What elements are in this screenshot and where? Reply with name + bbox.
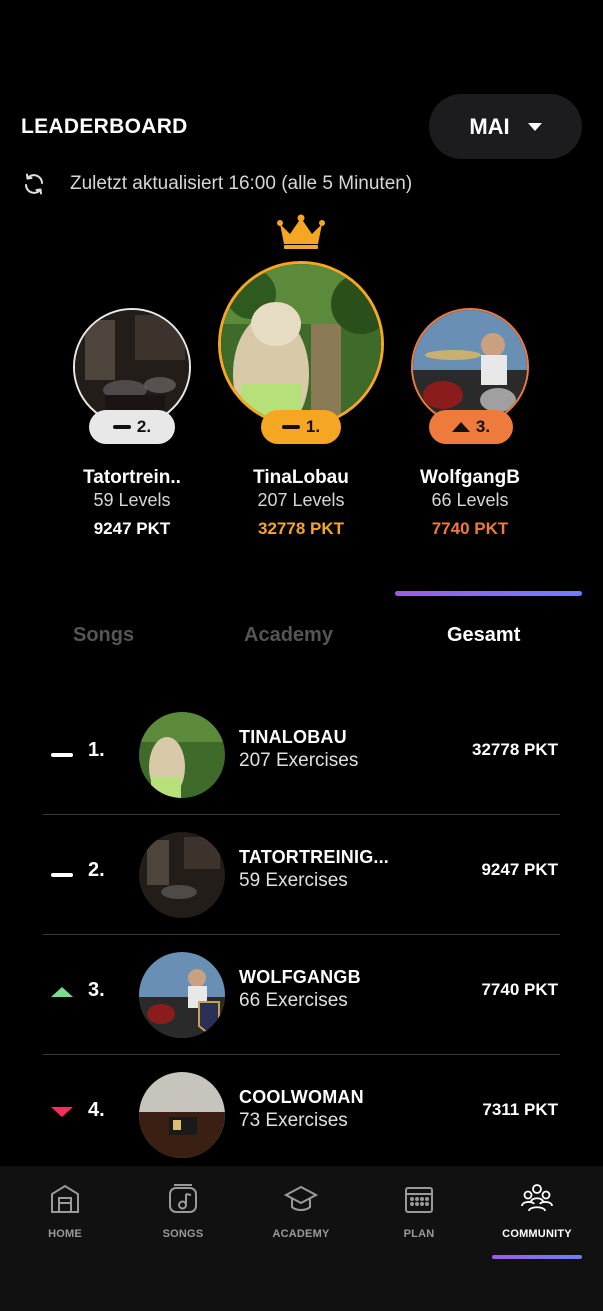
row-exercises: 59 Exercises <box>239 870 348 891</box>
nav-active-indicator <box>492 1255 582 1259</box>
podium-name-1: TinaLobau <box>253 467 349 488</box>
bottom-nav: HOME SONGS ACADEMY PLAN COMMUNITY <box>0 1166 603 1311</box>
row-points: 7740 PKT <box>481 980 558 999</box>
podium-name-3: WolfgangB <box>420 467 520 488</box>
row-rank: 2. <box>88 859 105 881</box>
drummer-photo <box>413 310 527 424</box>
nav-plan[interactable]: PLAN <box>360 1166 478 1266</box>
nav-community[interactable]: COMMUNITY <box>478 1166 596 1266</box>
unchanged-icon <box>112 425 131 429</box>
update-status: Zuletzt aktualisiert 16:00 (alle 5 Minut… <box>22 172 412 196</box>
last-updated-text: Zuletzt aktualisiert 16:00 (alle 5 Minut… <box>70 173 413 194</box>
table-row[interactable]: 2. TATORTREINIG... 59 Exercises 9247 PKT <box>43 815 560 935</box>
podium-points-1: 32778 PKT <box>258 519 344 538</box>
avatar <box>139 712 225 798</box>
month-selector[interactable]: MAI <box>429 94 582 159</box>
row-rank: 1. <box>88 739 105 761</box>
tab-songs[interactable]: Songs <box>73 624 134 647</box>
trend-down-icon <box>51 1107 73 1117</box>
podium-rank-badge-2: 2. <box>89 410 175 444</box>
row-username: WOLFGANGB <box>239 967 361 987</box>
month-label: MAI <box>469 113 510 139</box>
row-exercises: 66 Exercises <box>239 990 348 1011</box>
podium-avatar-3[interactable] <box>411 308 529 426</box>
podium-rank-badge-3: 3. <box>429 410 513 444</box>
row-rank: 4. <box>88 1099 105 1121</box>
podium-name-2: Tatortrein.. <box>83 467 181 488</box>
tab-gesamt[interactable]: Gesamt <box>447 624 520 647</box>
tab-academy[interactable]: Academy <box>244 624 333 647</box>
row-exercises: 73 Exercises <box>239 1110 348 1131</box>
row-rank: 3. <box>88 979 105 1001</box>
podium-avatar-1[interactable] <box>218 261 384 427</box>
row-username: TATORTREINIG... <box>239 847 389 867</box>
row-username: COOLWOMAN <box>239 1087 364 1107</box>
table-row[interactable]: 1. TINALOBAU 207 Exercises 32778 PKT <box>43 695 560 815</box>
podium-points-2: 9247 PKT <box>93 519 171 538</box>
row-points: 9247 PKT <box>481 860 558 879</box>
music-note-icon <box>169 1184 197 1213</box>
avatar <box>139 832 225 918</box>
podium-rank-badge-1: 1. <box>261 410 341 444</box>
trend-up-icon <box>51 987 73 997</box>
chevron-down-icon <box>527 122 542 131</box>
graduation-cap-icon <box>284 1185 318 1211</box>
tab-active-indicator <box>395 591 582 596</box>
podium-levels-3: 66 Levels <box>431 490 509 510</box>
row-username: TINALOBAU <box>239 727 347 747</box>
page-title: LEADERBOARD <box>21 115 188 138</box>
podium-avatar-2[interactable] <box>73 308 191 426</box>
refresh-icon[interactable] <box>22 172 46 196</box>
home-icon <box>51 1184 79 1213</box>
crown-icon <box>277 214 325 249</box>
rank-up-icon <box>451 422 470 432</box>
trend-unchanged-icon <box>51 873 73 877</box>
table-row[interactable]: 3. WOLFGANGB 66 Exercises 7740 PKT <box>43 935 560 1055</box>
table-row[interactable]: 4. COOLWOMAN 73 Exercises 7311 PKT <box>43 1055 560 1175</box>
row-points: 32778 PKT <box>472 740 558 759</box>
unchanged-icon <box>281 425 300 429</box>
row-points: 7311 PKT <box>482 1100 558 1119</box>
nav-songs[interactable]: SONGS <box>124 1166 242 1266</box>
trend-unchanged-icon <box>51 753 73 757</box>
avatar <box>139 952 225 1038</box>
nav-academy[interactable]: ACADEMY <box>242 1166 360 1266</box>
garden-photo <box>221 264 381 424</box>
community-icon <box>521 1184 553 1212</box>
drum-studio-photo <box>75 310 189 424</box>
podium-levels-2: 59 Levels <box>93 490 171 510</box>
podium-points-3: 7740 PKT <box>431 519 509 538</box>
row-exercises: 207 Exercises <box>239 750 359 771</box>
nav-home[interactable]: HOME <box>6 1166 124 1266</box>
podium-levels-1: 207 Levels <box>257 490 345 510</box>
avatar <box>139 1072 225 1158</box>
calendar-icon <box>405 1187 433 1213</box>
